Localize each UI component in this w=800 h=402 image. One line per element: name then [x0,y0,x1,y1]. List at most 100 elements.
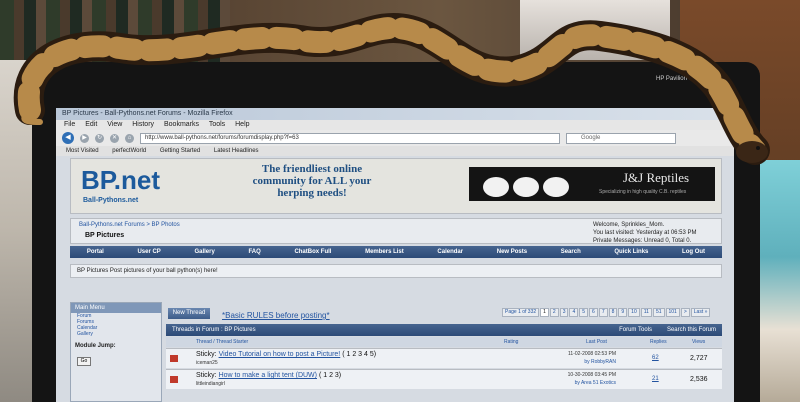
web-page: BP.net Ball-Pythons.net The friendliest … [56,156,734,402]
table-row[interactable]: Sticky: How to make a light tent (DUW) (… [166,369,722,389]
nav-log-out[interactable]: Log Out [682,249,705,255]
menu-edit[interactable]: Edit [85,121,97,128]
sticky-label: Sticky: [196,372,217,379]
photo-scene: HP Pavilion dv6000 BP Pictures - Ball-Py… [0,0,800,402]
page-link[interactable]: 6 [589,308,598,317]
thread-pages[interactable]: ( 1 2 3) [319,372,341,379]
last-post-date: 10-30-2008 03:45 PM [567,372,616,378]
menu-file[interactable]: File [64,121,75,128]
page-link[interactable]: 5 [579,308,589,317]
bookmarks-bar: Most Visited perfectWorld Getting Starte… [56,146,734,156]
col-replies[interactable]: Replies [650,337,667,347]
search-input[interactable]: Google [566,132,676,144]
threads-header: Threads in Forum : BP Pictures Forum Too… [166,324,722,336]
page-last[interactable]: Last » [690,308,711,317]
bookmark-most-visited[interactable]: Most Visited [66,148,99,154]
sticky-label: Sticky: [196,351,217,358]
nav-user-cp[interactable]: User CP [137,249,160,255]
breadcrumb[interactable]: Ball-Pythons.net Forums > BP Photos [79,222,180,228]
page-link[interactable]: 4 [569,308,579,317]
last-visited: You last visited: Yesterday at 06:53 PM [593,230,697,236]
blanket-right [758,160,800,402]
page-title: BP Pictures [85,232,125,239]
reptile-ad[interactable]: J&J Reptiles Specializing in high qualit… [469,167,715,201]
last-post-date: 11-02-2008 02:53 PM [568,351,616,357]
thread-columns: Thread / Thread Starter Rating Last Post… [166,337,722,347]
site-tagline: The friendliest online community for ALL… [252,163,372,199]
forum-description: BP Pictures Post pictures of your ball p… [70,264,722,278]
forum-navbar: Portal User CP Gallery FAQ ChatBox Full … [70,246,722,258]
welcome-user[interactable]: Welcome, Sprinkles_Mom. [593,221,715,229]
thread-starter[interactable]: littleindiangirl [196,381,225,387]
module-jump-label: Module Jump: [75,343,116,349]
page-link[interactable]: 7 [598,308,608,317]
reply-count[interactable]: 62 [652,355,659,361]
sticky-icon [170,376,178,383]
nav-portal[interactable]: Portal [87,249,104,255]
stop-icon[interactable]: ✕ [110,133,119,143]
back-icon[interactable]: ◀ [62,132,74,144]
new-thread-button[interactable]: New Thread [168,308,210,319]
menu-help[interactable]: Help [235,121,249,128]
thread-pages[interactable]: ( 1 2 3 4 5) [342,351,376,358]
search-forum-button[interactable]: Search this Forum [667,324,716,336]
home-icon[interactable]: ⌂ [125,133,134,143]
table-row[interactable]: Sticky: Video Tutorial on how to post a … [166,348,722,368]
forum-tools-button[interactable]: Forum Tools [619,324,652,336]
page-link[interactable]: 101 [665,308,680,317]
menu-view[interactable]: View [107,121,122,128]
col-views[interactable]: Views [692,337,705,347]
egg-image [543,177,569,197]
page-link[interactable]: 1 [540,308,549,317]
nav-faq[interactable]: FAQ [248,249,260,255]
site-logo-sub: Ball-Pythons.net [83,197,139,204]
forward-icon[interactable]: ▶ [80,133,89,143]
laptop-screen: BP Pictures - Ball-Pythons.net Forums - … [56,108,734,402]
menu-tools[interactable]: Tools [209,121,225,128]
navigation-toolbar: ◀ ▶ ↻ ✕ ⌂ http://www.ball-pythons.net/fo… [56,130,734,146]
go-button[interactable]: Go [77,357,91,366]
nav-quick-links[interactable]: Quick Links [614,249,648,255]
last-post-by[interactable]: by Area 51 Exotics [546,380,616,386]
url-input[interactable]: http://www.ball-pythons.net/forums/forum… [140,132,560,144]
ad-title: J&J Reptiles [623,170,690,185]
nav-chatbox[interactable]: ChatBox Full [294,249,331,255]
welcome-box: Welcome, Sprinkles_Mom. You last visited… [593,221,715,245]
nav-calendar[interactable]: Calendar [437,249,463,255]
page-next[interactable]: > [680,308,690,317]
page-link[interactable]: 3 [559,308,569,317]
col-last-post[interactable]: Last Post [586,337,607,347]
bookmark-getting-started[interactable]: Getting Started [160,148,200,154]
laptop-brand: HP Pavilion dv6000 [656,76,709,82]
nav-new-posts[interactable]: New Posts [497,249,527,255]
menu-bookmarks[interactable]: Bookmarks [164,121,199,128]
private-messages[interactable]: Private Messages: Unread 0, Total 0. [593,237,715,245]
sidebar-link[interactable]: Gallery [71,331,161,337]
thread-title-link[interactable]: Video Tutorial on how to post a Picture! [219,351,341,358]
nav-members[interactable]: Members List [365,249,404,255]
site-banner: BP.net Ball-Pythons.net The friendliest … [70,158,722,214]
page-link[interactable]: 51 [652,308,665,317]
page-link[interactable]: 8 [608,308,618,317]
egg-image [513,177,539,197]
rules-link[interactable]: *Basic RULES before posting* [222,311,330,320]
last-post-by[interactable]: by RobbyRAN [546,359,616,365]
menu-history[interactable]: History [132,121,154,128]
thread-starter[interactable]: iceman25 [196,360,218,366]
bookmark-perfectworld[interactable]: perfectWorld [112,148,146,154]
nav-search[interactable]: Search [561,249,581,255]
col-thread[interactable]: Thread / Thread Starter [196,337,248,347]
page-link[interactable]: 9 [618,308,628,317]
reload-icon[interactable]: ↻ [95,133,104,143]
sidebar-heading: Main Menu [71,303,161,313]
nav-gallery[interactable]: Gallery [194,249,214,255]
page-link[interactable]: 2 [549,308,559,317]
view-count: 2,536 [690,376,708,383]
threads-heading: Threads in Forum : BP Pictures [172,327,256,333]
col-rating[interactable]: Rating [504,337,518,347]
reply-count[interactable]: 21 [652,376,659,382]
bookmark-latest-headlines[interactable]: Latest Headlines [214,148,259,154]
page-link[interactable]: 11 [640,308,652,317]
page-link[interactable]: 10 [628,308,640,317]
thread-title-link[interactable]: How to make a light tent (DUW) [219,372,317,379]
